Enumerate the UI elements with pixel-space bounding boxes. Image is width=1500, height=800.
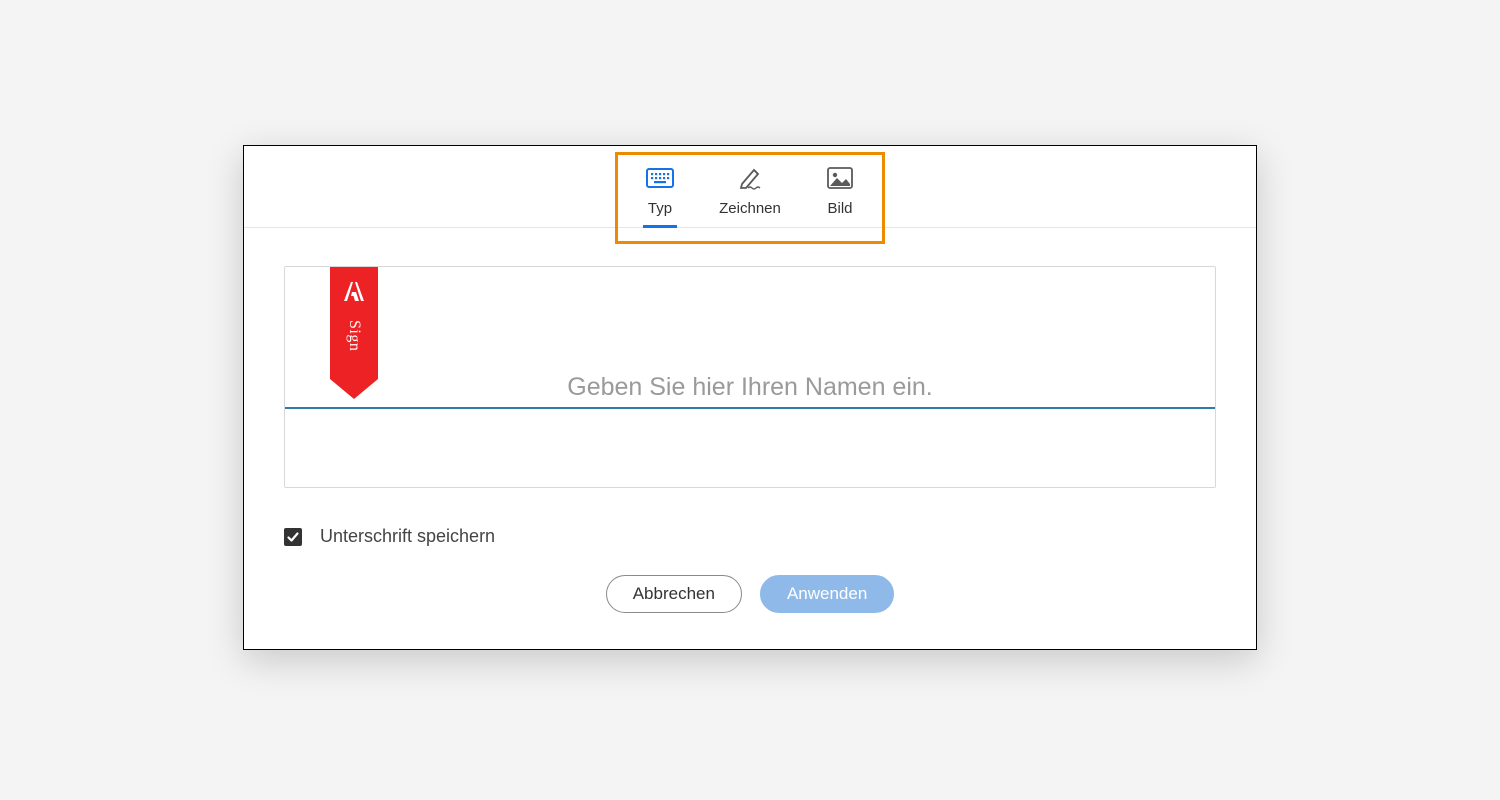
signature-name-input[interactable]: [285, 373, 1215, 402]
signature-panel: Sign: [284, 266, 1216, 488]
cancel-button[interactable]: Abbrechen: [606, 575, 742, 613]
tab-image[interactable]: Bild: [795, 146, 885, 227]
tab-type-label: Typ: [648, 200, 672, 217]
keyboard-icon: [646, 166, 674, 190]
save-signature-checkbox[interactable]: [284, 528, 302, 546]
signature-tabs: Typ Zeichnen Bild: [244, 146, 1256, 228]
adobe-logo-icon: [341, 279, 367, 310]
tab-draw-label: Zeichnen: [719, 200, 781, 217]
tab-type[interactable]: Typ: [615, 146, 705, 227]
image-icon: [827, 166, 853, 190]
signature-dialog: Typ Zeichnen Bild: [243, 145, 1257, 650]
pen-icon: [736, 166, 764, 190]
check-icon: [286, 530, 300, 544]
ribbon-text: Sign: [345, 320, 363, 351]
dialog-buttons: Abbrechen Anwenden: [244, 553, 1256, 649]
signature-content: Sign: [244, 228, 1256, 502]
apply-button[interactable]: Anwenden: [760, 575, 894, 613]
signature-line: [285, 407, 1215, 409]
save-signature-label: Unterschrift speichern: [320, 526, 495, 547]
save-signature-row: Unterschrift speichern: [244, 502, 1256, 553]
tab-active-underline: [643, 225, 677, 228]
ribbon-body: Sign: [330, 267, 378, 379]
tab-draw[interactable]: Zeichnen: [705, 146, 795, 227]
tab-image-label: Bild: [827, 200, 852, 217]
